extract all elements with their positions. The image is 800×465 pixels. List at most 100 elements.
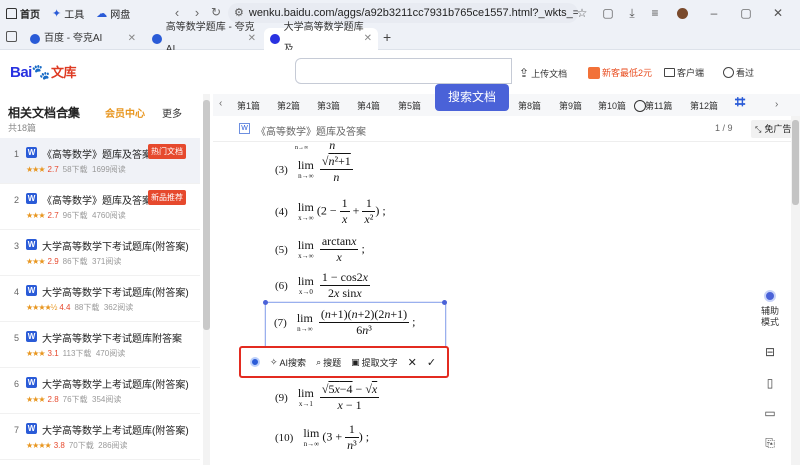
word-doc-icon: W	[26, 147, 37, 158]
chapter-tab[interactable]: 第2篇	[277, 99, 300, 112]
quark-icon	[30, 34, 40, 44]
download-count: 76下载	[62, 395, 88, 404]
tab-tools[interactable]: 工具	[60, 105, 80, 120]
rating-value: 2.8	[47, 395, 59, 404]
upload-button[interactable]: ⇪ 上传文档	[519, 66, 567, 80]
word-doc-icon: W	[26, 285, 37, 296]
menu-icon[interactable]: ≡	[645, 0, 665, 26]
tab-math-bank[interactable]: 高等数学题库 - 夸克AI ✕	[146, 22, 262, 55]
history-label: 看过	[736, 68, 755, 78]
client-button[interactable]: 客户端	[664, 66, 704, 79]
quark-assistant-button[interactable]	[245, 352, 265, 372]
close-window-button[interactable]: ✕	[768, 0, 788, 26]
bookmark-star-icon[interactable]: ☆	[572, 0, 592, 26]
sidebar-toggle-icon[interactable]	[6, 31, 17, 42]
quark-logo-icon	[250, 357, 260, 367]
list-item[interactable]: 7 W 大学高等数学上考试题库(附答案) ★★★★ 3.8 70下载 286阅读	[0, 414, 200, 460]
sparkle-icon: ✦	[52, 7, 62, 20]
word-doc-icon: W	[26, 193, 37, 204]
chapter-tab[interactable]: 第3篇	[317, 99, 340, 112]
search-button[interactable]: 搜索文档	[435, 84, 509, 111]
gift-icon	[588, 66, 600, 79]
chapter-tab[interactable]: 第5篇	[398, 99, 421, 112]
page-scroll-thumb[interactable]	[792, 120, 799, 205]
phone-icon[interactable]: ▯	[761, 374, 779, 392]
chapter-tab[interactable]: 第12篇	[690, 99, 718, 112]
scan-icon: ⌕	[316, 356, 322, 367]
rating-value: 2.7	[47, 165, 59, 174]
close-tab-icon[interactable]: ✕	[364, 28, 372, 50]
list-item[interactable]: 2 W 《高等数学》题库及答案 新品推荐 ★★★ 2.7 96下载 4760阅读	[0, 184, 200, 230]
home-tab-button[interactable]: 首页	[0, 0, 46, 26]
read-count: 4760阅读	[92, 211, 126, 220]
tab-university-math[interactable]: 大学高等数学题库及... ✕	[264, 22, 378, 55]
comment-icon[interactable]: ▭	[761, 404, 779, 422]
ai-search-button[interactable]: ✧ AI搜索	[265, 352, 311, 372]
avatar[interactable]	[672, 0, 692, 26]
word-doc-icon: W	[239, 123, 250, 134]
extract-text-button[interactable]: ▣ 提取文字	[346, 352, 403, 372]
chevron-left-icon[interactable]: ‹	[219, 98, 222, 109]
chapter-tab[interactable]: 第9篇	[559, 99, 582, 112]
new-product-badge: 新品推荐	[148, 190, 186, 205]
baidu-wenku-logo[interactable]: Bai🐾文库	[10, 62, 77, 81]
star-rating-icon: ★★★★½	[26, 303, 57, 312]
new-tab-button[interactable]: +	[383, 29, 391, 45]
item-number: 7	[14, 425, 20, 435]
chapter-tab[interactable]: 第8篇	[518, 99, 541, 112]
chapter-tab[interactable]: 第4篇	[357, 99, 380, 112]
chapter-tab[interactable]: 第10篇	[598, 99, 626, 112]
list-item[interactable]: 6 W 大学高等数学上考试题库(附答案) ★★★ 2.8 76下载 354阅读	[0, 368, 200, 414]
logo-suffix: 文库	[51, 65, 77, 80]
download-count: 70下载	[68, 441, 94, 450]
selection-handle[interactable]	[442, 300, 447, 305]
formula-line: n→∞ n	[295, 142, 336, 152]
list-item[interactable]: 4 W 大学高等数学下考试题库(附答案) ★★★★½ 4.4 88下载 362阅读	[0, 276, 200, 322]
close-tab-icon[interactable]: ✕	[128, 28, 136, 50]
toolbox-icon[interactable]: ⊟	[761, 343, 779, 361]
chevron-right-icon[interactable]: ›	[775, 99, 778, 110]
confirm-selection-button[interactable]: ✓	[422, 352, 441, 372]
formula-5: (5) lim x→∞ arctanx x ;	[275, 234, 365, 264]
formula-9: (9) lim x→1 √5x−4 − √x x − 1	[275, 382, 380, 412]
clipboard-icon[interactable]: ⎘	[761, 434, 779, 452]
history-button[interactable]: 看过	[723, 66, 754, 79]
address-bar[interactable]: ⚙ wenku.baidu.com/aggs/a92b3211cc7931b765…	[228, 3, 578, 23]
extensions-icon[interactable]: ▢	[598, 0, 618, 26]
crop-icon[interactable]: ⌗	[735, 92, 745, 113]
minimize-button[interactable]: –	[704, 0, 724, 26]
tab-baidu[interactable]: 百度 - 夸克AI ✕	[24, 28, 142, 50]
chapter-tab[interactable]: 第1篇	[237, 99, 260, 112]
check-icon: ✓	[426, 356, 437, 369]
selection-toolbar: ✧ AI搜索 ⌕ 搜题 ▣ 提取文字 ✕ ✓	[239, 346, 449, 378]
new-user-promo-button[interactable]: 新客最低2元	[588, 66, 652, 79]
rating-value: 3.1	[47, 349, 59, 358]
text-selection-box[interactable]: (7) lim n→∞ (n+1)(n+2)(2n+1) 6n³ ;	[263, 300, 447, 348]
list-item[interactable]: 1 W 《高等数学》题库及答案 热门文档 ★★★ 2.7 58下载 1699阅读	[0, 138, 200, 184]
star-rating-icon: ★★★	[26, 165, 45, 174]
list-item[interactable]: 3 W 大学高等数学下考试题库(附答案) ★★★ 2.9 86下载 371阅读	[0, 230, 200, 276]
list-item[interactable]: 5 W 大学高等数学下考试题库附答案 ★★★ 3.1 113下载 470阅读	[0, 322, 200, 368]
assist-mode-button[interactable]: 辅助 模式	[756, 290, 784, 328]
user-icon	[634, 100, 646, 112]
downloads-icon[interactable]: ⤓	[622, 0, 642, 26]
tab-more[interactable]: 更多	[162, 105, 182, 120]
left-panel-scroll-thumb[interactable]	[203, 100, 210, 330]
item-title: 大学高等数学上考试题库(附答案)	[42, 380, 189, 391]
item-title: 大学高等数学下考试题库(附答案)	[42, 242, 189, 253]
ai-search-label: AI搜索	[279, 357, 307, 368]
close-tab-icon[interactable]: ✕	[248, 28, 256, 50]
tab-vip-center[interactable]: 会员中心	[105, 105, 145, 120]
cancel-selection-button[interactable]: ✕	[403, 352, 422, 372]
assist-label: 辅助	[760, 306, 779, 316]
browser-top-bar: 首页 ✦ 工具 ☁ 网盘 ‹ › ↻ ⚙ wenku.baidu.com/aggs…	[0, 0, 800, 26]
selection-handle[interactable]	[263, 300, 268, 305]
tools-button[interactable]: ✦ 工具	[46, 0, 90, 26]
download-count: 58下载	[62, 165, 88, 174]
upload-cloud-icon: ⇪	[519, 66, 530, 80]
rating-value: 3.8	[53, 441, 65, 450]
search-question-button[interactable]: ⌕ 搜题	[311, 352, 346, 372]
cloud-drive-button[interactable]: ☁ 网盘	[90, 0, 136, 26]
maximize-button[interactable]: ▢	[736, 0, 756, 26]
search-input[interactable]	[295, 58, 512, 84]
